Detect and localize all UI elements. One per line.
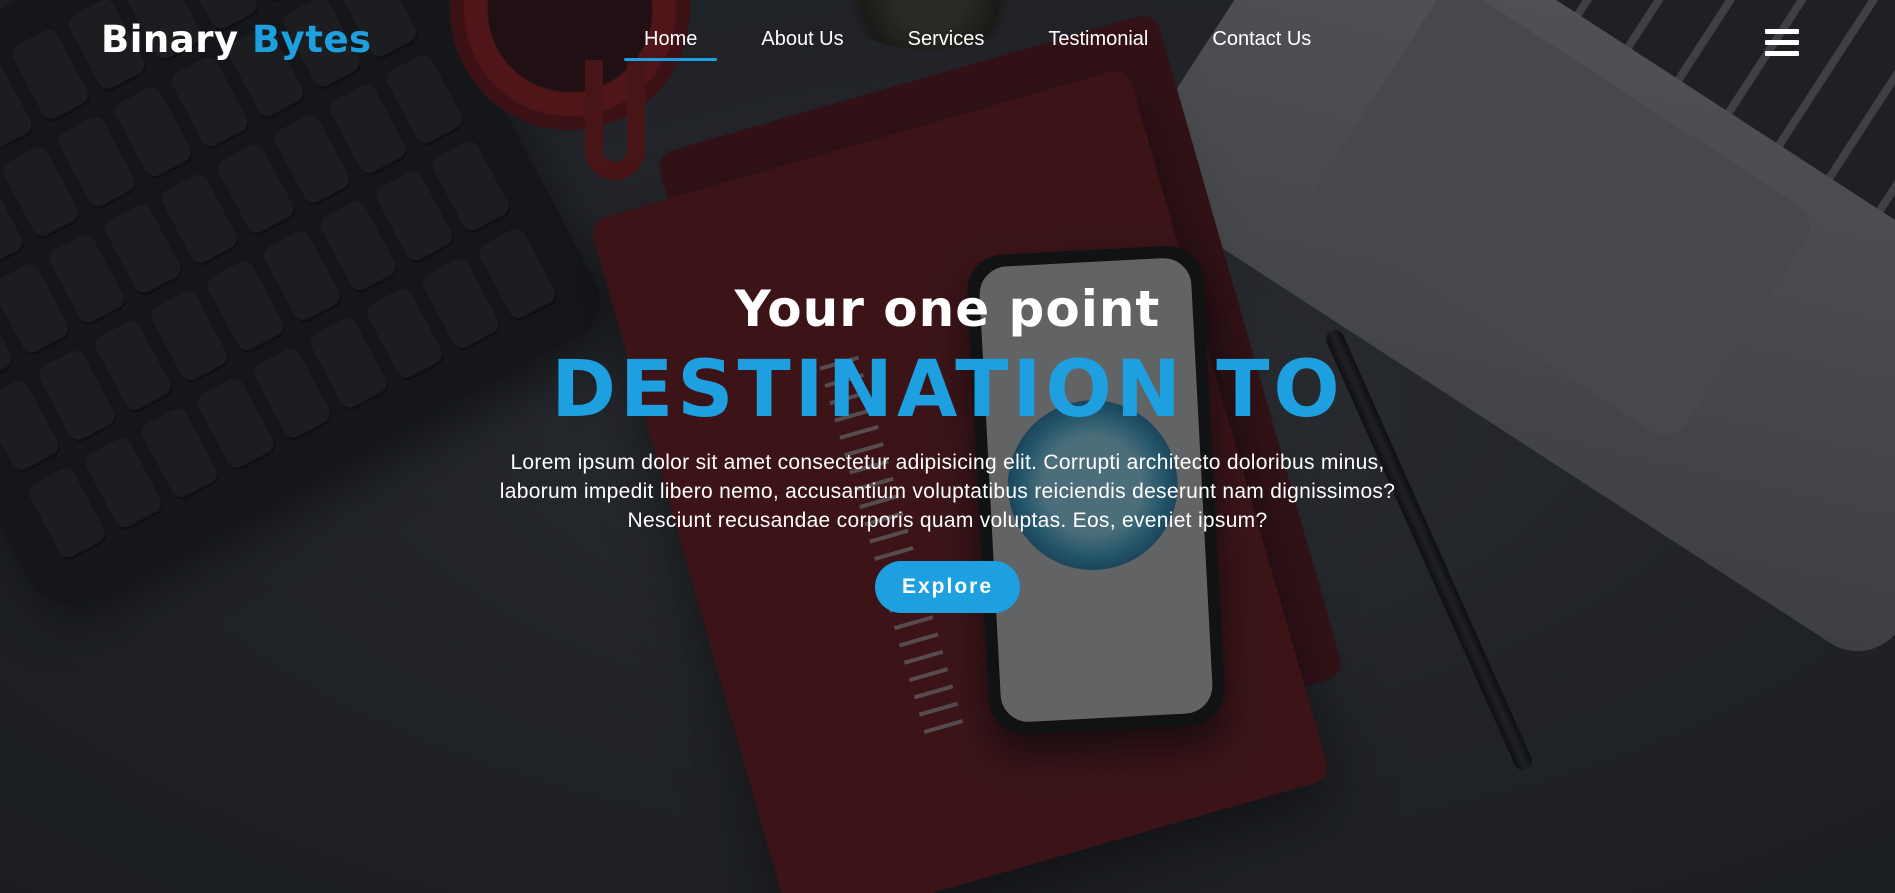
hamburger-menu-icon[interactable] — [1765, 29, 1799, 59]
main-nav: Home About Us Services Testimonial Conta… — [624, 0, 1355, 75]
nav-item-contact-us[interactable]: Contact Us — [1192, 0, 1331, 75]
nav-item-about-us[interactable]: About Us — [741, 0, 863, 75]
hero-headline: DESTINATION TO — [551, 345, 1344, 435]
hero-section: Your one point DESTINATION TO Lorem ipsu… — [0, 280, 1895, 613]
nav-item-services[interactable]: Services — [888, 0, 1005, 75]
hero-subtitle: Your one point — [734, 280, 1161, 338]
brand-name-accent: Bytes — [251, 18, 372, 61]
hero-description: Lorem ipsum dolor sit amet consectetur a… — [499, 451, 1396, 532]
site-header: Binary Bytes Home About Us Services Test… — [0, 0, 1895, 80]
nav-item-home[interactable]: Home — [624, 0, 718, 75]
brand-name-primary: Binary — [101, 18, 239, 61]
brand-logo[interactable]: Binary Bytes — [101, 18, 372, 61]
nav-item-testimonial[interactable]: Testimonial — [1028, 0, 1168, 75]
explore-button[interactable]: Explore — [874, 561, 1021, 613]
